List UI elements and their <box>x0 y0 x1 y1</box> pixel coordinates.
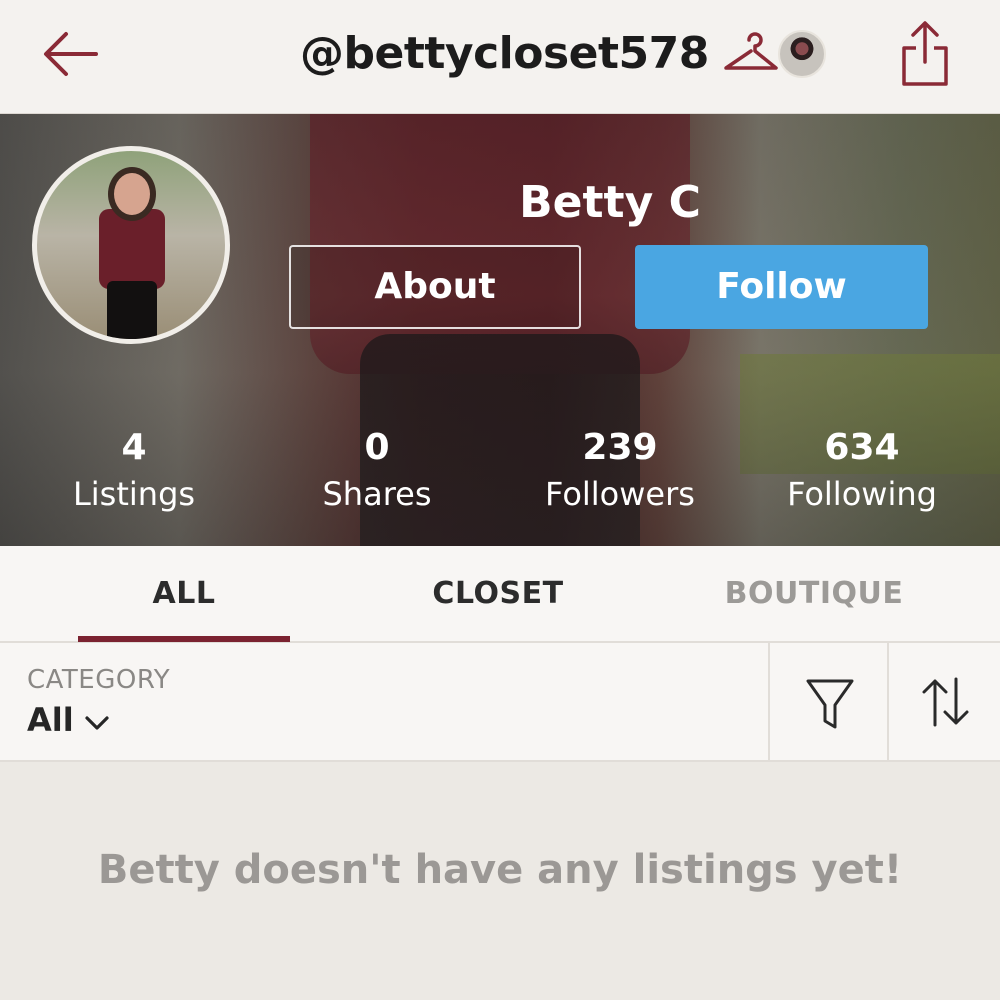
filter-icon <box>806 679 854 729</box>
filter-row: CATEGORY All <box>0 643 1000 762</box>
header-avatar[interactable] <box>778 30 826 78</box>
stat-label: Shares <box>322 475 432 513</box>
sort-button[interactable] <box>887 643 1000 760</box>
stat-label: Followers <box>545 475 695 513</box>
closet-button[interactable] <box>722 30 780 76</box>
avatar-legs <box>107 281 157 339</box>
profile-avatar[interactable] <box>32 146 230 344</box>
about-button[interactable]: About <box>289 245 581 329</box>
chevron-down-icon <box>85 716 109 730</box>
tab-boutique[interactable]: BOUTIQUE <box>700 546 928 641</box>
stat-value: 634 <box>824 427 900 468</box>
category-dropdown[interactable]: CATEGORY All <box>0 643 768 760</box>
closet-tabs: ALL CLOSET BOUTIQUE <box>0 546 1000 643</box>
profile-name: Betty C <box>519 177 701 228</box>
sort-icon <box>922 677 969 727</box>
tab-all[interactable]: ALL <box>78 546 290 641</box>
stat-following[interactable]: 634 Following <box>762 425 962 525</box>
back-button[interactable] <box>38 24 104 84</box>
tab-closet[interactable]: CLOSET <box>398 546 598 641</box>
username-title: @bettycloset578 <box>300 28 709 79</box>
stat-value: 239 <box>582 427 658 468</box>
stat-shares[interactable]: 0 Shares <box>277 425 477 525</box>
share-icon <box>902 21 948 86</box>
avatar-body <box>99 209 165 289</box>
category-label: CATEGORY <box>27 665 171 695</box>
avatar-head <box>114 173 150 215</box>
category-value: All <box>27 701 74 739</box>
stat-value: 4 <box>121 427 147 468</box>
stat-listings[interactable]: 4 Listings <box>34 425 234 525</box>
follow-button[interactable]: Follow <box>635 245 928 329</box>
active-tab-indicator <box>78 636 290 642</box>
stat-label: Following <box>787 475 937 513</box>
filter-button[interactable] <box>768 643 887 760</box>
stat-value: 0 <box>364 427 390 468</box>
share-button[interactable] <box>894 18 956 90</box>
back-arrow-icon <box>44 32 98 76</box>
hanger-icon <box>724 32 778 70</box>
top-bar: @bettycloset578 <box>0 0 1000 114</box>
empty-listings-message: Betty doesn't have any listings yet! <box>97 847 903 893</box>
stat-followers[interactable]: 239 Followers <box>520 425 720 525</box>
stat-label: Listings <box>72 475 196 513</box>
